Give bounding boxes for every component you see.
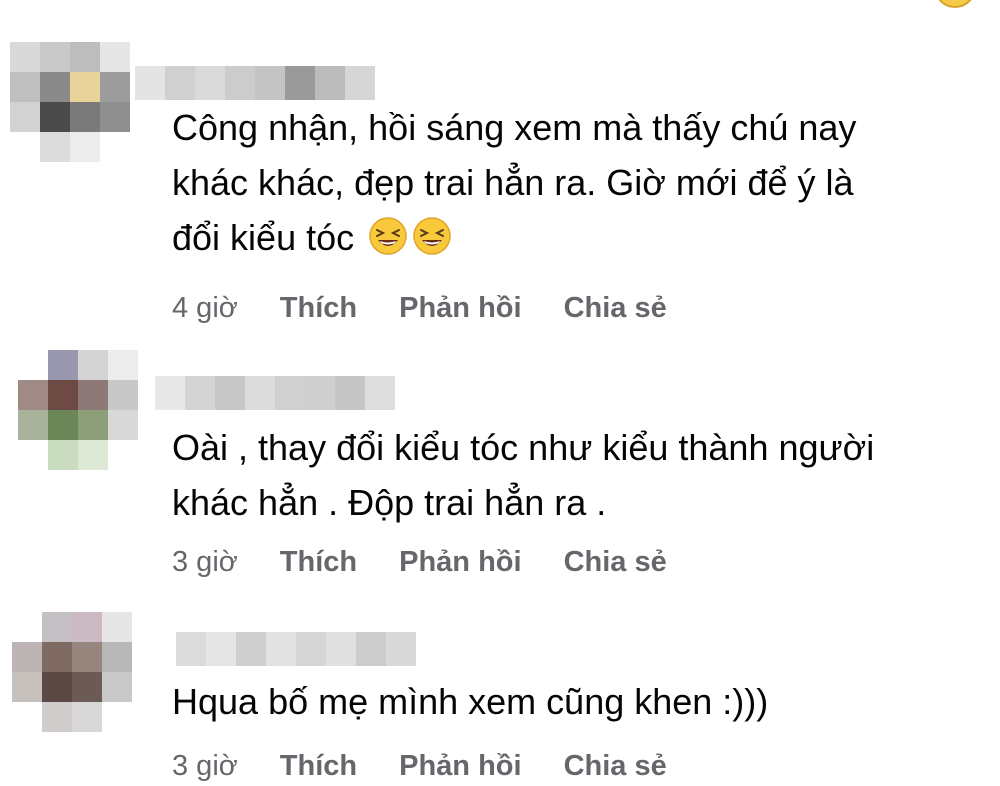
comment-time[interactable]: 3 giờ	[172, 750, 238, 783]
share-button[interactable]: Chia sẻ	[564, 546, 667, 579]
comment-actions: 3 giờ Thích Phản hồi Chia sẻ	[172, 546, 709, 579]
comment-time[interactable]: 3 giờ	[172, 546, 238, 579]
comment-actions: 4 giờ Thích Phản hồi Chia sẻ	[172, 292, 709, 325]
grinning-squinting-face-icon	[413, 217, 451, 255]
like-button[interactable]: Thích	[280, 292, 357, 325]
previous-comment-cutoff	[0, 0, 1000, 12]
like-button[interactable]: Thích	[280, 546, 357, 579]
blurred-author-name[interactable]	[176, 632, 416, 666]
share-button[interactable]: Chia sẻ	[564, 292, 667, 325]
comment-text: Oài , thay đổi kiểu tóc như kiểu thành n…	[172, 427, 875, 523]
blurred-author-name[interactable]	[135, 66, 375, 100]
avatar[interactable]	[18, 350, 138, 470]
comment-time[interactable]: 4 giờ	[172, 292, 238, 325]
blurred-author-name[interactable]	[155, 376, 395, 410]
share-button[interactable]: Chia sẻ	[564, 750, 667, 783]
comment-text: Hqua bố mẹ mình xem cũng khen :)))	[172, 681, 769, 722]
like-button[interactable]: Thích	[280, 750, 357, 783]
comment-text: Công nhận, hồi sáng xem mà thấy chú nay k…	[172, 107, 857, 258]
reply-button[interactable]: Phản hồi	[399, 750, 521, 783]
avatar[interactable]	[10, 42, 130, 162]
avatar[interactable]	[12, 612, 132, 732]
reply-button[interactable]: Phản hồi	[399, 292, 521, 325]
emoji-icon	[938, 0, 972, 8]
reply-button[interactable]: Phản hồi	[399, 546, 521, 579]
comment-actions: 3 giờ Thích Phản hồi Chia sẻ	[172, 750, 709, 783]
grinning-squinting-face-icon	[369, 217, 407, 255]
